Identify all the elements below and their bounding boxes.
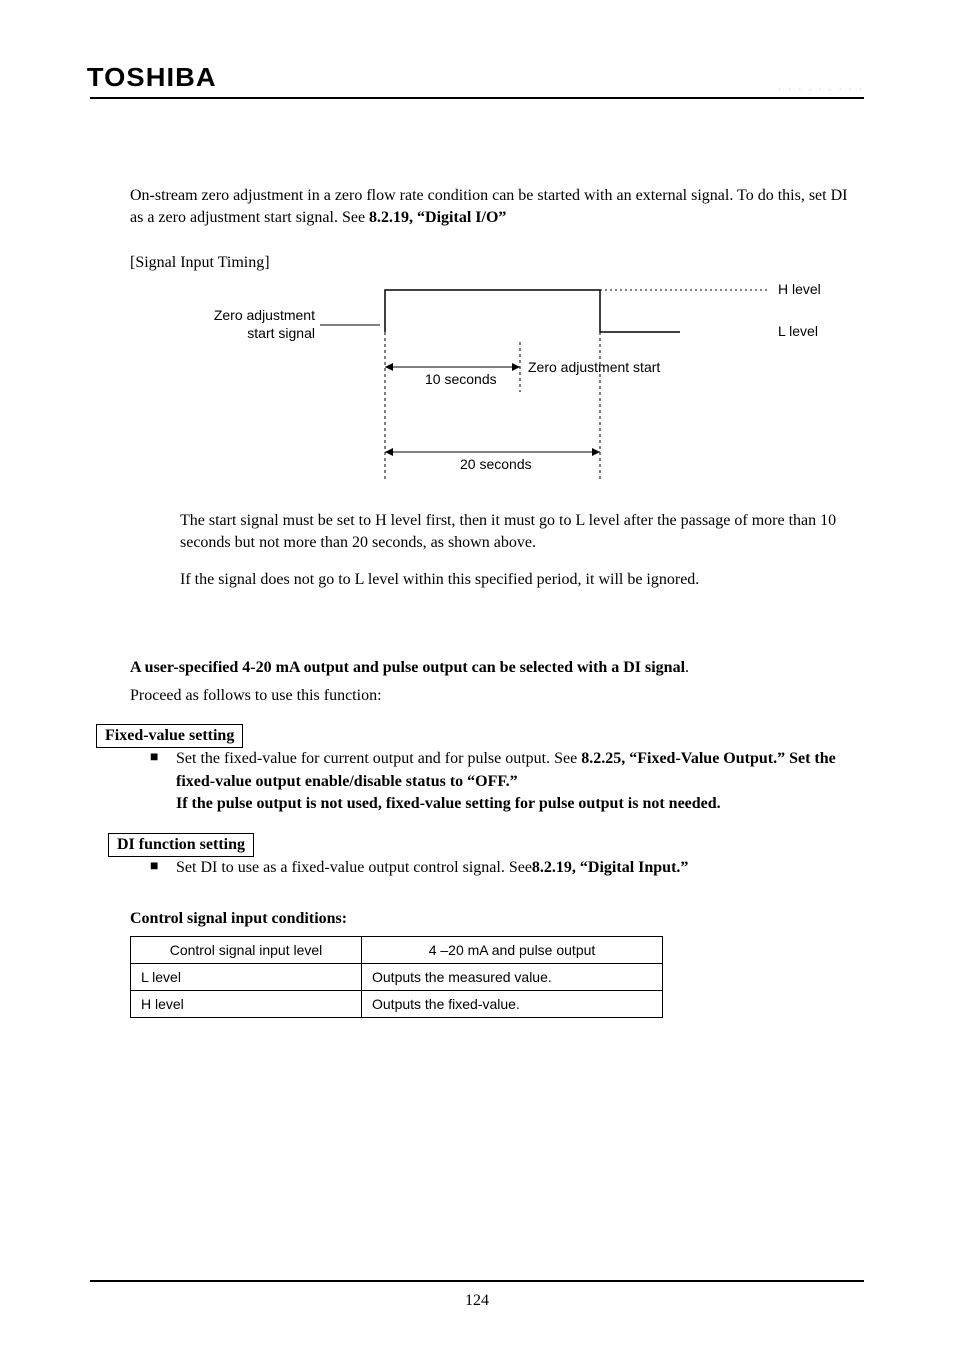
ten-sec-label: 10 seconds: [425, 371, 497, 387]
user-spec-bold: A user-specified 4-20 mA output and puls…: [130, 659, 685, 676]
di-line-b: 8.2.19, “Digital Input.”: [532, 859, 688, 876]
footer-rule: [90, 1280, 864, 1282]
timing-svg: Zero adjustment start signal H level L l…: [130, 272, 890, 502]
intro-paragraph: On-stream zero adjustment in a zero flow…: [130, 185, 864, 228]
table-title: Control signal input conditions:: [130, 910, 864, 928]
di-function-bullet: Set DI to use as a fixed-value output co…: [150, 857, 864, 879]
start-label: Zero adjustment start: [528, 359, 660, 375]
th-1: 4 –20 mA and pulse output: [362, 936, 663, 963]
td-1-1: Outputs the fixed-value.: [362, 990, 663, 1017]
proceed-line: Proceed as follows to use this function:: [130, 685, 864, 707]
th-0: Control signal input level: [131, 936, 362, 963]
twenty-sec-label: 20 seconds: [460, 456, 532, 472]
fv-line1a: Set the fixed-value for current output a…: [176, 750, 581, 767]
intro-ref: 8.2.19, “Digital I/O”: [369, 209, 506, 226]
page-footer: 124: [90, 1280, 864, 1310]
user-spec-tail: .: [685, 659, 689, 676]
di-function-section: DI function setting: [102, 833, 864, 857]
signal-label-b: start signal: [247, 325, 315, 341]
page-content: On-stream zero adjustment in a zero flow…: [90, 99, 864, 1018]
fixed-value-bullet: Set the fixed-value for current output a…: [150, 748, 864, 815]
td-0-1: Outputs the measured value.: [362, 963, 663, 990]
header-right-marks: . . . . . . . . .: [778, 81, 864, 93]
td-0-0: L level: [131, 963, 362, 990]
page-header: TOSHIBA . . . . . . . . .: [90, 62, 864, 99]
note-2: If the signal does not go to L level wit…: [180, 569, 864, 591]
page: TOSHIBA . . . . . . . . . On-stream zero…: [0, 0, 954, 1350]
td-1-0: H level: [131, 990, 362, 1017]
user-spec-line: A user-specified 4-20 mA output and puls…: [130, 657, 864, 679]
h-level-label: H level: [778, 281, 821, 297]
table-header-row: Control signal input level 4 –20 mA and …: [131, 936, 663, 963]
brand-logo: TOSHIBA: [87, 62, 217, 93]
di-line-a: Set DI to use as a fixed-value output co…: [176, 859, 532, 876]
page-number: 124: [465, 1292, 489, 1309]
signal-label-a: Zero adjustment: [214, 307, 315, 323]
fixed-value-box: Fixed-value setting: [96, 724, 243, 748]
conditions-table: Control signal input level 4 –20 mA and …: [130, 936, 663, 1018]
fixed-value-section: Fixed-value setting: [90, 724, 864, 748]
note-1: The start signal must be set to H level …: [180, 510, 864, 553]
timing-heading: [Signal Input Timing]: [130, 254, 864, 272]
table-row: H level Outputs the fixed-value.: [131, 990, 663, 1017]
table-row: L level Outputs the measured value.: [131, 963, 663, 990]
fv-line2: If the pulse output is not used, fixed-v…: [176, 795, 721, 812]
timing-diagram: Zero adjustment start signal H level L l…: [130, 272, 864, 502]
l-level-label: L level: [778, 323, 818, 339]
di-function-box: DI function setting: [108, 833, 254, 857]
